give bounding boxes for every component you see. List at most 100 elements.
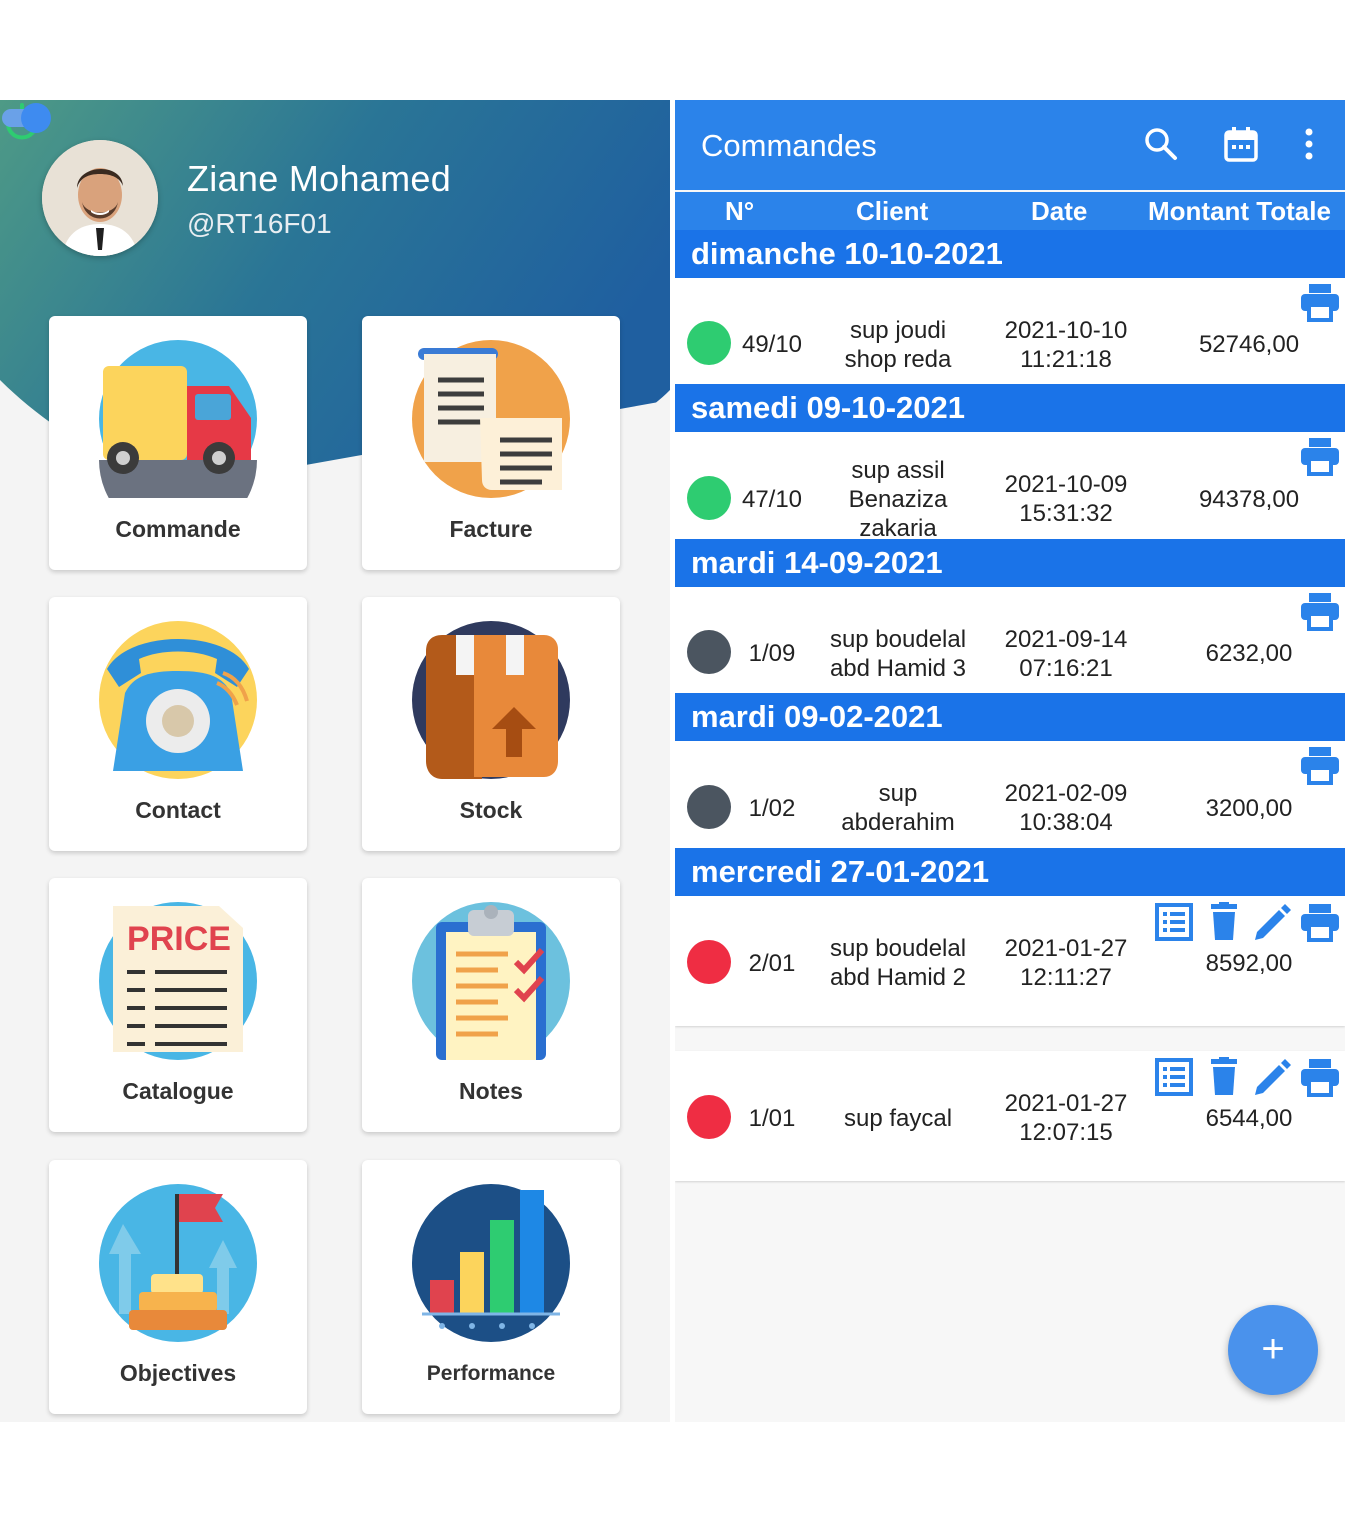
online-toggle[interactable] xyxy=(0,100,54,136)
column-header-client[interactable]: Client xyxy=(856,196,928,227)
order-number: 1/09 xyxy=(748,640,796,667)
print-icon[interactable] xyxy=(1299,745,1341,785)
order-row[interactable]: 1/09 sup boudelal abd Hamid 3 2021-09-14 0… xyxy=(675,587,1345,693)
more-options-icon[interactable] xyxy=(1291,126,1327,162)
menu-tile-objectives[interactable]: Objectives xyxy=(49,1160,307,1414)
order-date: 2021-10-10 11:21:18 xyxy=(1004,317,1128,373)
price-icon-text: PRICE xyxy=(127,920,231,958)
day-header: samedi 09-10-2021 xyxy=(675,384,1345,432)
menu-label: Catalogue xyxy=(122,1078,234,1104)
day-label: mercredi 27-01-2021 xyxy=(691,854,990,889)
details-list-icon[interactable] xyxy=(1153,1057,1195,1097)
column-header-amount[interactable]: Montant Totale xyxy=(1148,196,1331,227)
print-icon[interactable] xyxy=(1299,902,1341,942)
invoice-icon xyxy=(412,340,570,498)
edit-icon[interactable] xyxy=(1251,1057,1293,1097)
status-dot-grey xyxy=(687,785,731,829)
menu-tile-performance[interactable]: Performance xyxy=(362,1160,620,1414)
order-row[interactable]: 1/02 sup abderahim 2021-02-09 10:38:04 320… xyxy=(675,741,1345,848)
clipboard-icon xyxy=(412,902,570,1060)
order-row[interactable]: 47/10 sup assil Benaziza zakaria 2021-10-0… xyxy=(675,432,1345,542)
truck-icon xyxy=(99,340,257,498)
order-amount: 3200,00 xyxy=(1205,795,1293,822)
order-date: 2021-01-27 12:11:27 xyxy=(1004,935,1128,991)
menu-tile-facture[interactable]: Facture xyxy=(362,316,620,570)
order-amount: 52746,00 xyxy=(1198,331,1300,358)
menu-tile-catalogue[interactable]: PRICE Catalogue xyxy=(49,878,307,1132)
price-list-icon: PRICE xyxy=(99,902,257,1060)
add-order-button[interactable]: + xyxy=(1228,1305,1318,1395)
menu-label: Stock xyxy=(459,797,523,823)
bar-chart-icon xyxy=(412,1184,570,1342)
search-icon[interactable] xyxy=(1143,126,1179,162)
print-icon[interactable] xyxy=(1299,436,1341,476)
user-handle: @RT16F01 xyxy=(187,208,332,239)
menu-label: Commande xyxy=(115,516,241,542)
order-client: sup assil Benaziza zakaria xyxy=(848,457,948,542)
order-number: 1/01 xyxy=(748,1105,796,1132)
avatar[interactable] xyxy=(42,140,158,256)
calendar-icon[interactable] xyxy=(1223,126,1259,162)
menu-label: Performance xyxy=(426,1362,556,1385)
status-dot-red xyxy=(687,1095,731,1139)
menu-tile-stock[interactable]: Stock xyxy=(362,597,620,851)
screen-title: Commandes xyxy=(701,128,877,163)
edit-icon[interactable] xyxy=(1251,902,1293,942)
column-header-date[interactable]: Date xyxy=(1031,196,1087,227)
menu-tile-commande[interactable]: Commande xyxy=(49,316,307,570)
status-dot-green xyxy=(687,321,731,365)
order-client: sup boudelal abd Hamid 3 xyxy=(829,626,967,682)
menu-label: Facture xyxy=(449,516,533,542)
target-flag-icon xyxy=(99,1184,257,1342)
day-label: samedi 09-10-2021 xyxy=(691,390,966,425)
order-client: sup boudelal abd Hamid 2 xyxy=(829,935,967,991)
print-icon[interactable] xyxy=(1299,1057,1341,1097)
details-list-icon[interactable] xyxy=(1153,902,1195,942)
order-date: 2021-02-09 10:38:04 xyxy=(1004,780,1128,836)
status-dot-grey xyxy=(687,630,731,674)
order-row[interactable]: 1/01 sup faycal 2021-01-27 12:07:15 6544,… xyxy=(675,1051,1345,1181)
order-client: sup abderahim xyxy=(841,780,955,836)
order-amount: 94378,00 xyxy=(1198,486,1300,513)
day-header: mardi 09-02-2021 xyxy=(675,693,1345,741)
order-date: 2021-10-09 15:31:32 xyxy=(1004,471,1128,527)
menu-tile-notes[interactable]: Notes xyxy=(362,878,620,1132)
order-date: 2021-09-14 07:16:21 xyxy=(1004,626,1128,682)
order-amount: 8592,00 xyxy=(1205,950,1293,977)
order-date: 2021-01-27 12:07:15 xyxy=(1004,1090,1128,1146)
day-header: mardi 14-09-2021 xyxy=(675,539,1345,587)
delete-icon[interactable] xyxy=(1203,1057,1245,1097)
menu-label: Notes xyxy=(459,1078,523,1104)
order-number: 49/10 xyxy=(741,331,803,358)
order-row[interactable]: 2/01 sup boudelal abd Hamid 2 2021-01-27 1… xyxy=(675,896,1345,1026)
day-header: dimanche 10-10-2021 xyxy=(675,230,1345,278)
menu-label: Objectives xyxy=(119,1360,237,1386)
print-icon[interactable] xyxy=(1299,282,1341,322)
column-header-number[interactable]: N° xyxy=(725,196,754,227)
order-client: sup joudi shop reda xyxy=(844,317,952,373)
day-label: dimanche 10-10-2021 xyxy=(691,236,1003,271)
print-icon[interactable] xyxy=(1299,591,1341,631)
order-number: 2/01 xyxy=(748,950,796,977)
user-name: Ziane Mohamed xyxy=(187,158,452,199)
order-amount: 6232,00 xyxy=(1205,640,1293,667)
order-number: 47/10 xyxy=(741,486,803,513)
status-dot-green xyxy=(687,476,731,520)
day-header: mercredi 27-01-2021 xyxy=(675,848,1345,896)
column-headers: N° Client Date Montant Totale xyxy=(675,192,1345,230)
telephone-icon xyxy=(99,621,257,779)
order-row[interactable]: 49/10 sup joudi shop reda 2021-10-10 11:21… xyxy=(675,278,1345,384)
menu-tile-contact[interactable]: Contact xyxy=(49,597,307,851)
status-dot-red xyxy=(687,940,731,984)
order-client: sup faycal xyxy=(843,1105,953,1132)
day-label: mardi 14-09-2021 xyxy=(691,545,943,580)
orders-screen: Commandes N° Client Date Montant Totale … xyxy=(675,100,1345,1422)
order-amount: 6544,00 xyxy=(1205,1105,1293,1132)
delete-icon[interactable] xyxy=(1203,902,1245,942)
order-number: 1/02 xyxy=(748,795,796,822)
menu-label: Contact xyxy=(135,797,221,823)
day-label: mardi 09-02-2021 xyxy=(691,699,943,734)
box-icon xyxy=(412,621,570,779)
home-panel: Ziane Mohamed @RT16F01 Commande Facture … xyxy=(0,100,670,1422)
app-bar: Commandes xyxy=(675,100,1345,190)
